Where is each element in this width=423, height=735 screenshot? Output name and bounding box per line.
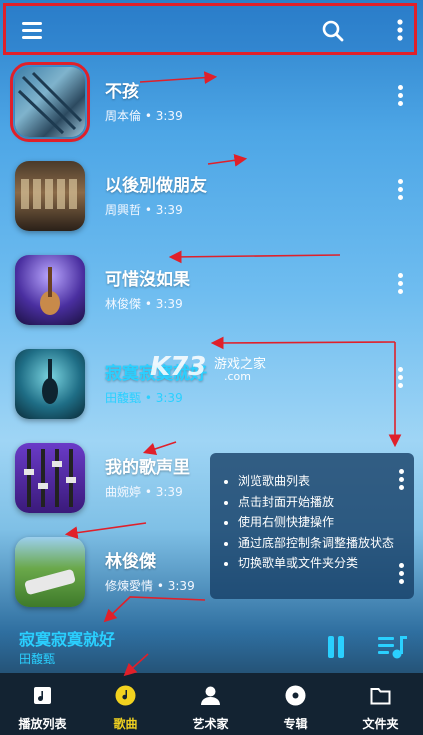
watermark-domain: .com (224, 370, 251, 383)
bottom-tab-bar: 播放列表 歌曲 艺术家 专辑 文件夹 (0, 673, 423, 735)
album-icon (285, 685, 306, 706)
tab-folders[interactable]: 文件夹 (338, 673, 423, 735)
song-title: 以後別做朋友 (105, 176, 207, 196)
tab-label: 专辑 (283, 717, 308, 731)
song-title: 不孩 (105, 82, 139, 102)
song-row[interactable]: 不孩 周本倫 • 3:39 (0, 62, 423, 153)
tab-playlist[interactable]: 播放列表 (0, 673, 85, 735)
song-more-icon[interactable] (397, 367, 405, 389)
album-cover[interactable] (15, 537, 85, 607)
tip-item: 使用右侧快捷操作 (238, 512, 406, 533)
song-meta: 林俊傑 • 3:39 (105, 297, 183, 311)
song-meta: 曲婉婷 • 3:39 (105, 485, 183, 499)
tab-label: 歌曲 (113, 717, 138, 731)
now-playing-bar[interactable]: 寂寞寂寞就好 田馥甄 (0, 610, 423, 672)
song-more-icon[interactable] (398, 563, 406, 585)
album-cover[interactable] (15, 349, 85, 419)
tip-item: 点击封面开始播放 (238, 492, 406, 513)
song-title: 我的歌声里 (105, 458, 190, 478)
song-more-icon[interactable] (397, 179, 405, 201)
song-row-active[interactable]: 寂寞寂寞就好 田馥甄 • 3:39 (0, 345, 423, 435)
tab-label: 播放列表 (18, 717, 67, 731)
song-title: 可惜沒如果 (105, 270, 190, 290)
playlist-icon (32, 685, 53, 706)
tab-artists[interactable]: 艺术家 (168, 673, 253, 735)
more-vert-icon[interactable] (390, 18, 416, 44)
tip-item: 切换歌单或文件夹分类 (238, 553, 406, 574)
music-note-icon (115, 685, 136, 706)
song-meta: 田馥甄 • 3:39 (105, 391, 183, 405)
search-icon[interactable] (320, 18, 346, 44)
now-playing-title: 寂寞寂寞就好 (19, 630, 116, 649)
song-more-icon[interactable] (397, 85, 405, 107)
album-cover[interactable] (15, 161, 85, 231)
song-more-icon[interactable] (398, 469, 406, 491)
tab-albums[interactable]: 专辑 (253, 673, 338, 735)
song-title: 林俊傑 (105, 552, 156, 572)
tip-item: 通过底部控制条调整播放状态 (238, 533, 406, 554)
album-cover[interactable] (15, 255, 85, 325)
album-cover[interactable] (15, 443, 85, 513)
tips-panel: 浏览歌曲列表 点击封面开始播放 使用右侧快捷操作 通过底部控制条调整播放状态 切… (210, 453, 414, 599)
song-meta: 修煉愛情 • 3:39 (105, 579, 195, 593)
song-more-icon[interactable] (397, 273, 405, 295)
song-row[interactable]: 可惜沒如果 林俊傑 • 3:39 (0, 251, 423, 341)
watermark-logo: K73 (150, 352, 207, 382)
tab-songs[interactable]: 歌曲 (83, 673, 168, 735)
tab-label: 文件夹 (362, 717, 399, 731)
pause-button[interactable] (326, 636, 346, 658)
song-meta: 周興哲 • 3:39 (105, 203, 183, 217)
song-row[interactable]: 以後別做朋友 周興哲 • 3:39 (0, 157, 423, 247)
album-cover[interactable] (10, 62, 90, 142)
queue-icon[interactable] (378, 634, 408, 660)
folder-icon (370, 685, 391, 706)
artist-icon (200, 685, 221, 706)
tab-label: 艺术家 (192, 717, 229, 731)
tip-item: 浏览歌曲列表 (238, 471, 406, 492)
song-meta: 周本倫 • 3:39 (105, 109, 183, 123)
now-playing-artist: 田馥甄 (19, 652, 56, 666)
top-app-bar (3, 3, 417, 55)
menu-icon[interactable] (20, 18, 46, 44)
